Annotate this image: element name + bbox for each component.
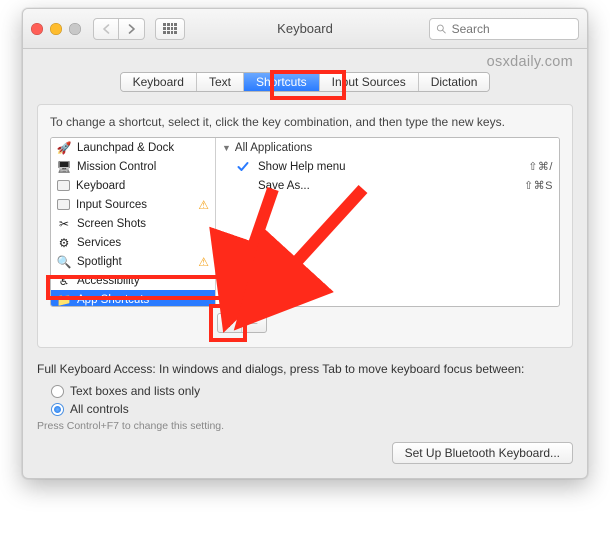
input-sources-icon [57, 199, 70, 210]
accessibility-icon: ♿︎ [57, 274, 71, 288]
grid-icon [163, 23, 177, 35]
tab-shortcuts[interactable]: Shortcuts [244, 73, 320, 91]
minimize-window-button[interactable] [50, 23, 62, 35]
category-keyboard[interactable]: Keyboard [51, 176, 215, 195]
tab-text[interactable]: Text [197, 73, 244, 91]
launchpad-icon: 🚀 [57, 141, 71, 155]
category-list[interactable]: 🚀Launchpad & Dock 🖥Mission Control Keybo… [51, 138, 216, 306]
shortcut-row[interactable]: Save As... ⇧⌘S [216, 176, 559, 195]
services-icon: ⚙︎ [57, 236, 71, 250]
warning-icon: ⚠︎ [198, 255, 209, 269]
category-accessibility[interactable]: ♿︎Accessibility [51, 271, 215, 290]
tab-dictation[interactable]: Dictation [419, 73, 490, 91]
shortcut-label: Show Help menu [258, 161, 528, 173]
keyboard-icon [57, 180, 70, 191]
fka-intro: Full Keyboard Access: In windows and dia… [37, 362, 573, 376]
setup-bluetooth-keyboard-button[interactable]: Set Up Bluetooth Keyboard... [392, 442, 573, 464]
search-field[interactable] [429, 18, 579, 40]
checkbox[interactable] [236, 179, 250, 193]
screenshots-icon: ✂︎ [57, 217, 71, 231]
radio-label: All controls [70, 402, 129, 416]
category-screenshots[interactable]: ✂︎Screen Shots [51, 214, 215, 233]
app-shortcuts-icon: 📁 [57, 293, 71, 307]
category-launchpad[interactable]: 🚀Launchpad & Dock [51, 138, 215, 157]
group-header[interactable]: ▼ All Applications [216, 138, 559, 157]
instruction-text: To change a shortcut, select it, click t… [50, 115, 560, 129]
checkbox[interactable] [236, 160, 250, 174]
category-spotlight[interactable]: 🔍Spotlight⚠︎ [51, 252, 215, 271]
radio-all-controls[interactable]: All controls [37, 400, 573, 418]
category-input-sources[interactable]: Input Sources⚠︎ [51, 195, 215, 214]
remove-shortcut-button: − [242, 314, 266, 332]
warning-icon: ⚠︎ [198, 198, 209, 212]
category-services[interactable]: ⚙︎Services [51, 233, 215, 252]
radio-text-boxes-only[interactable]: Text boxes and lists only [37, 382, 573, 400]
zoom-window-button [69, 23, 81, 35]
show-all-prefs-button[interactable] [155, 18, 185, 40]
category-mission-control[interactable]: 🖥Mission Control [51, 157, 215, 176]
shortcut-keys[interactable]: ⇧⌘S [524, 179, 553, 192]
tab-input-sources[interactable]: Input Sources [320, 73, 419, 91]
nav-forward-button[interactable] [119, 18, 145, 40]
search-icon [436, 23, 447, 35]
tab-bar: Keyboard Text Shortcuts Input Sources Di… [120, 72, 491, 92]
search-input[interactable] [452, 22, 572, 36]
category-app-shortcuts[interactable]: 📁App Shortcuts [51, 290, 215, 306]
add-shortcut-button[interactable]: + [218, 314, 242, 332]
radio-icon [51, 403, 64, 416]
spotlight-icon: 🔍 [57, 255, 71, 269]
radio-label: Text boxes and lists only [70, 384, 200, 398]
mission-control-icon: 🖥 [57, 160, 71, 174]
shortcut-label: Save As... [258, 180, 524, 192]
close-window-button[interactable] [31, 23, 43, 35]
watermark-text: osxdaily.com [23, 49, 587, 70]
shortcut-row[interactable]: Show Help menu ⇧⌘/ [216, 157, 559, 176]
tab-keyboard[interactable]: Keyboard [121, 73, 197, 91]
shortcut-list[interactable]: ▼ All Applications Show Help menu ⇧⌘/ Sa… [216, 138, 559, 306]
group-header-label: All Applications [235, 142, 312, 154]
nav-back-button [93, 18, 119, 40]
disclosure-triangle-icon[interactable]: ▼ [222, 143, 231, 153]
fka-hint: Press Control+F7 to change this setting. [37, 420, 573, 432]
radio-icon [51, 385, 64, 398]
shortcut-keys[interactable]: ⇧⌘/ [528, 160, 553, 173]
